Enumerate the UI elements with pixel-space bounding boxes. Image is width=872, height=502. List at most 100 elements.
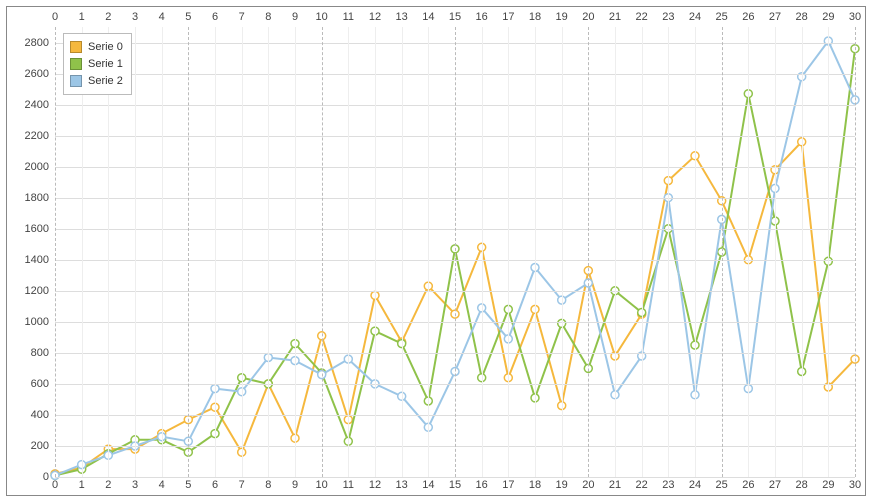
chart-frame: Serie 0Serie 1Serie 2 020040060080010001… bbox=[6, 6, 866, 496]
x-tick-label-bottom: 10 bbox=[316, 479, 328, 491]
gridline-v-major bbox=[55, 27, 56, 477]
x-tick-label-bottom: 24 bbox=[689, 479, 701, 491]
x-tick-label-bottom: 7 bbox=[239, 479, 245, 491]
x-tick-label-bottom: 30 bbox=[849, 479, 861, 491]
y-tick-label: 2400 bbox=[9, 99, 49, 111]
gridline-h bbox=[55, 477, 855, 478]
x-tick-label-top: 23 bbox=[662, 11, 674, 23]
x-tick-label-top: 18 bbox=[529, 11, 541, 23]
y-tick-label: 2000 bbox=[9, 161, 49, 173]
y-tick-label: 1400 bbox=[9, 254, 49, 266]
x-tick-label-top: 9 bbox=[292, 11, 298, 23]
x-tick-label-bottom: 0 bbox=[52, 479, 58, 491]
y-tick-label: 2200 bbox=[9, 130, 49, 142]
y-tick-label: 600 bbox=[9, 378, 49, 390]
x-tick-label-top: 12 bbox=[369, 11, 381, 23]
x-tick-label-top: 8 bbox=[265, 11, 271, 23]
gridline-v-minor bbox=[802, 27, 803, 477]
legend-label: Serie 2 bbox=[88, 73, 123, 89]
gridline-v-minor bbox=[775, 27, 776, 477]
gridline-v-minor bbox=[268, 27, 269, 477]
legend-item: Serie 1 bbox=[70, 56, 123, 72]
x-tick-label-bottom: 28 bbox=[796, 479, 808, 491]
gridline-v-minor bbox=[748, 27, 749, 477]
x-tick-label-bottom: 16 bbox=[476, 479, 488, 491]
x-tick-label-bottom: 14 bbox=[422, 479, 434, 491]
gridline-v-minor bbox=[482, 27, 483, 477]
x-tick-label-bottom: 17 bbox=[502, 479, 514, 491]
gridline-v-major bbox=[455, 27, 456, 477]
x-tick-label-top: 14 bbox=[422, 11, 434, 23]
gridline-v-minor bbox=[695, 27, 696, 477]
legend-swatch bbox=[70, 75, 82, 87]
x-tick-label-bottom: 13 bbox=[396, 479, 408, 491]
x-tick-label-top: 13 bbox=[396, 11, 408, 23]
legend-swatch bbox=[70, 41, 82, 53]
gridline-v-minor bbox=[508, 27, 509, 477]
x-tick-label-bottom: 18 bbox=[529, 479, 541, 491]
x-tick-label-bottom: 1 bbox=[79, 479, 85, 491]
gridline-v-major bbox=[188, 27, 189, 477]
legend-label: Serie 1 bbox=[88, 56, 123, 72]
gridline-v-minor bbox=[375, 27, 376, 477]
y-tick-label: 1600 bbox=[9, 223, 49, 235]
gridline-v-minor bbox=[615, 27, 616, 477]
y-tick-label: 2800 bbox=[9, 37, 49, 49]
x-tick-label-top: 6 bbox=[212, 11, 218, 23]
x-tick-label-bottom: 19 bbox=[556, 479, 568, 491]
x-tick-label-top: 27 bbox=[769, 11, 781, 23]
x-tick-label-bottom: 5 bbox=[185, 479, 191, 491]
gridline-v-minor bbox=[828, 27, 829, 477]
x-tick-label-top: 24 bbox=[689, 11, 701, 23]
x-tick-label-top: 3 bbox=[132, 11, 138, 23]
x-tick-label-bottom: 26 bbox=[742, 479, 754, 491]
x-tick-label-bottom: 2 bbox=[105, 479, 111, 491]
x-tick-label-top: 21 bbox=[609, 11, 621, 23]
legend-item: Serie 2 bbox=[70, 73, 123, 89]
gridline-v-minor bbox=[642, 27, 643, 477]
x-tick-label-top: 16 bbox=[476, 11, 488, 23]
gridline-v-minor bbox=[428, 27, 429, 477]
x-tick-label-bottom: 12 bbox=[369, 479, 381, 491]
x-tick-label-bottom: 29 bbox=[822, 479, 834, 491]
y-tick-label: 0 bbox=[9, 471, 49, 483]
x-tick-label-top: 19 bbox=[556, 11, 568, 23]
x-tick-label-bottom: 11 bbox=[343, 479, 354, 491]
plot-area bbox=[55, 27, 855, 477]
x-tick-label-top: 4 bbox=[159, 11, 165, 23]
x-tick-label-top: 10 bbox=[316, 11, 328, 23]
x-tick-label-top: 11 bbox=[343, 11, 354, 23]
legend-swatch bbox=[70, 58, 82, 70]
x-tick-label-top: 26 bbox=[742, 11, 754, 23]
x-tick-label-bottom: 27 bbox=[769, 479, 781, 491]
x-tick-label-top: 17 bbox=[502, 11, 514, 23]
y-tick-label: 1200 bbox=[9, 285, 49, 297]
gridline-v-minor bbox=[242, 27, 243, 477]
x-tick-label-top: 25 bbox=[716, 11, 728, 23]
gridline-v-minor bbox=[348, 27, 349, 477]
x-tick-label-top: 22 bbox=[636, 11, 648, 23]
x-tick-label-bottom: 9 bbox=[292, 479, 298, 491]
gridline-v-major bbox=[722, 27, 723, 477]
gridline-v-major bbox=[588, 27, 589, 477]
x-tick-label-top: 7 bbox=[239, 11, 245, 23]
legend: Serie 0Serie 1Serie 2 bbox=[63, 33, 132, 95]
y-tick-label: 200 bbox=[9, 440, 49, 452]
gridline-v-minor bbox=[295, 27, 296, 477]
legend-label: Serie 0 bbox=[88, 39, 123, 55]
x-tick-label-bottom: 22 bbox=[636, 479, 648, 491]
x-tick-label-bottom: 8 bbox=[265, 479, 271, 491]
y-tick-label: 1800 bbox=[9, 192, 49, 204]
x-tick-label-bottom: 15 bbox=[449, 479, 461, 491]
x-tick-label-bottom: 25 bbox=[716, 479, 728, 491]
x-tick-label-bottom: 21 bbox=[609, 479, 621, 491]
x-tick-label-top: 2 bbox=[105, 11, 111, 23]
x-tick-label-top: 30 bbox=[849, 11, 861, 23]
gridline-v-minor bbox=[668, 27, 669, 477]
x-tick-label-top: 28 bbox=[796, 11, 808, 23]
x-tick-label-top: 29 bbox=[822, 11, 834, 23]
gridline-v-major bbox=[322, 27, 323, 477]
y-tick-label: 1000 bbox=[9, 316, 49, 328]
gridline-v-major bbox=[855, 27, 856, 477]
gridline-v-minor bbox=[215, 27, 216, 477]
